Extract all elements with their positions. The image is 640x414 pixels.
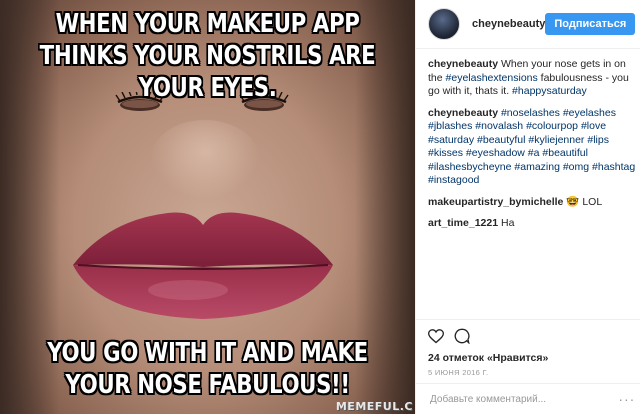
- nose-highlight: [150, 120, 260, 200]
- instagram-post: WHEN YOUR MAKEUP APP THINKS YOUR NOSTRIL…: [0, 0, 640, 414]
- hashtag-link[interactable]: #happysaturday: [512, 85, 587, 97]
- comment-text: На: [498, 217, 515, 229]
- comments-list: cheynebeauty When your nose gets in on t…: [416, 49, 640, 319]
- comment-text: 🤓 LOL: [563, 195, 603, 208]
- post-photo[interactable]: WHEN YOUR MAKEUP APP THINKS YOUR NOSTRIL…: [0, 0, 415, 414]
- lips: [73, 212, 333, 319]
- comment-item: cheynebeauty When your nose gets in on t…: [428, 58, 635, 99]
- follow-button[interactable]: Подписаться: [545, 13, 636, 35]
- comment-username[interactable]: cheynebeauty: [428, 107, 498, 119]
- meme-top-text: WHEN YOUR MAKEUP APP THINKS YOUR NOSTRIL…: [39, 9, 376, 103]
- comment-item: art_time_1221 На: [428, 217, 635, 231]
- post-username[interactable]: cheynebeauty: [472, 18, 545, 30]
- hashtag-link[interactable]: #eyelashextensions: [446, 72, 538, 84]
- post-header: cheynebeauty Подписаться: [416, 0, 640, 49]
- post-date: 5 ИЮНЯ 2016 Г.: [428, 368, 489, 377]
- comment-icon[interactable]: [454, 328, 470, 344]
- more-options-icon[interactable]: ···: [618, 391, 635, 407]
- comment-username[interactable]: art_time_1221: [428, 217, 498, 229]
- comment-input[interactable]: [428, 392, 619, 406]
- action-bar: [416, 319, 640, 348]
- comment-item: makeupartistry_bymichelle 🤓 LOL: [428, 196, 635, 210]
- memeful-watermark: MEMEFUL.C: [335, 400, 413, 413]
- comment-username[interactable]: makeupartistry_bymichelle: [428, 196, 563, 208]
- avatar[interactable]: [428, 8, 460, 40]
- add-comment-bar: ···: [416, 383, 640, 414]
- likes-count[interactable]: 24 отметок «Нравится»: [416, 348, 640, 364]
- comment-username[interactable]: cheynebeauty: [428, 58, 498, 70]
- comment-item: cheynebeauty #noselashes #eyelashes #jbl…: [428, 107, 635, 188]
- post-sidebar: cheynebeauty Подписаться cheynebeauty Wh…: [415, 0, 640, 414]
- heart-icon[interactable]: [428, 328, 444, 344]
- meme-bottom-text: YOU GO WITH IT AND MAKE YOUR NOSE FABULO…: [47, 338, 368, 400]
